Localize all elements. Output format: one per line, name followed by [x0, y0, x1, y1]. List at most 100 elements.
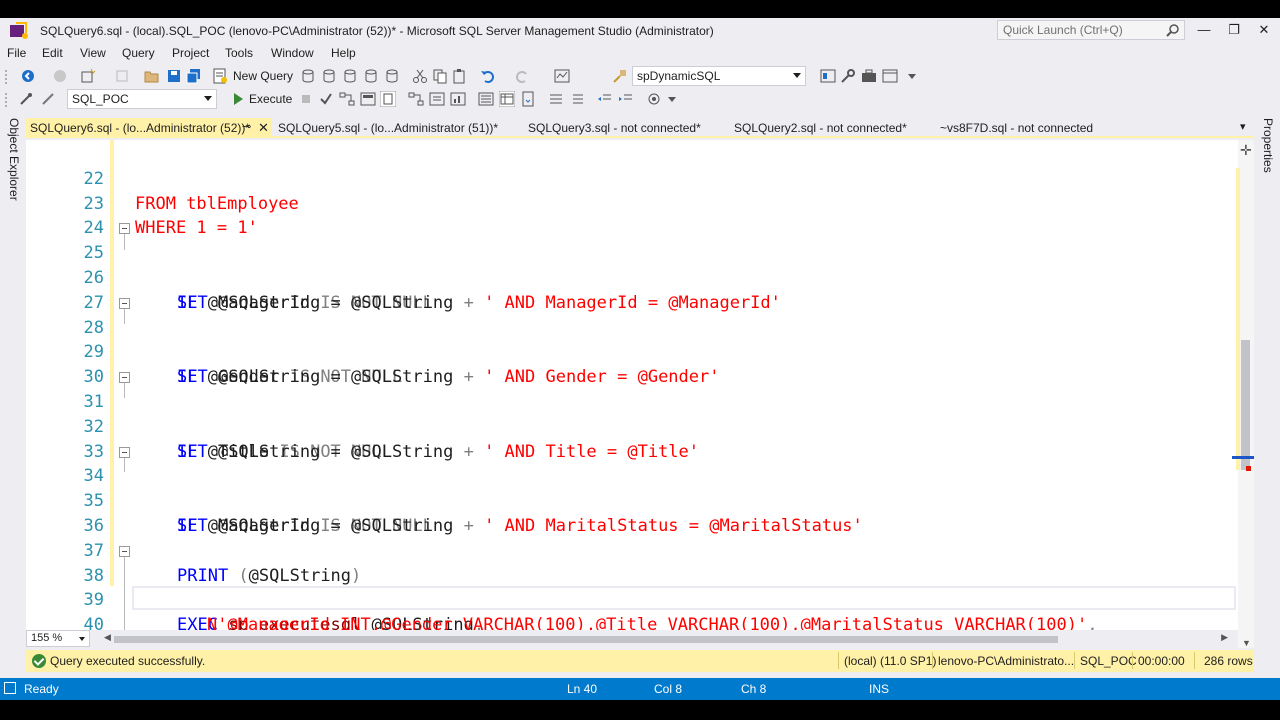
new-query-icon[interactable] [212, 68, 228, 84]
mdx-query-icon[interactable] [321, 68, 337, 84]
pin-icon[interactable]: ⊸ [242, 120, 251, 133]
scroll-down-icon[interactable]: ▼ [1242, 638, 1251, 648]
collapse-icon[interactable] [119, 297, 130, 309]
copy-icon[interactable] [432, 68, 448, 84]
save-all-icon[interactable] [186, 68, 202, 84]
open-file-icon[interactable] [144, 68, 160, 84]
toolbar-grip[interactable] [4, 92, 8, 107]
tab-sqlquery5[interactable]: SQLQuery5.sql - (lo...Administrator (51)… [274, 118, 502, 138]
undo-icon[interactable] [480, 68, 496, 84]
forward-icon[interactable] [52, 68, 68, 84]
code-line-34[interactable]: 34 IF @ManagerId IS NOT NULL [26, 440, 1238, 536]
quick-launch-input[interactable]: Quick Launch (Ctrl+Q) [997, 20, 1185, 40]
increase-indent-icon[interactable] [618, 91, 634, 107]
restore-button[interactable]: ❐ [1220, 20, 1248, 40]
toolbar-options-icon[interactable] [664, 91, 680, 107]
collapse-icon[interactable] [119, 545, 130, 557]
add-item-icon[interactable] [114, 68, 130, 84]
execute-icon[interactable] [230, 91, 246, 107]
vertical-scrollbar[interactable]: ✛ ▼ [1238, 140, 1254, 648]
toolbar-options-icon[interactable] [904, 68, 920, 84]
object-explorer-icon[interactable] [820, 68, 836, 84]
object-explorer-tab[interactable]: Object Explorer [7, 118, 21, 201]
specify-values-icon[interactable] [646, 91, 662, 107]
collapse-icon[interactable] [119, 446, 130, 458]
close-icon[interactable]: ✕ [258, 120, 269, 136]
collapse-icon[interactable] [119, 223, 130, 235]
find-icon[interactable] [612, 68, 628, 84]
menu-edit[interactable]: Edit [42, 46, 63, 60]
code-line-26[interactable]: 26 SET @SQLString = @SQLString + ' AND M… [26, 241, 1238, 313]
code-line-25[interactable]: 25 IF @ManagerId IS NOT NULL [26, 216, 1238, 313]
code-line-29[interactable]: 29 SET @SQLString = @SQLString + ' AND G… [26, 316, 1238, 387]
zoom-combo[interactable]: 155 % [26, 630, 90, 647]
code-line-39[interactable]: 39 N'@ManagerId INT,@Gender VARCHAR(100)… [26, 564, 1238, 635]
cancel-query-icon[interactable] [298, 91, 314, 107]
uncomment-icon[interactable] [569, 91, 585, 107]
menu-help[interactable]: Help [331, 46, 356, 60]
ssms-app-icon[interactable] [8, 21, 30, 41]
include-plan-icon[interactable] [408, 91, 424, 107]
query-designer-icon[interactable] [360, 91, 376, 107]
db-query-icon[interactable] [300, 68, 316, 84]
stored-procedure-combo[interactable]: spDynamicSQL [632, 66, 806, 86]
decrease-indent-icon[interactable] [597, 91, 613, 107]
database-combo[interactable]: SQL_POC [67, 89, 217, 109]
results-to-file-icon[interactable] [520, 91, 536, 107]
tab-sqlquery2[interactable]: SQLQuery2.sql - not connected* [730, 118, 911, 138]
execute-button[interactable]: Execute [249, 92, 292, 106]
code-line-27[interactable]: 27 [26, 266, 1238, 313]
code-line-33[interactable]: 33 [26, 415, 1238, 462]
toolbar-grip[interactable] [4, 69, 8, 84]
results-to-text-icon[interactable] [478, 91, 494, 107]
horizontal-scrollbar[interactable]: ◀ ▶ [104, 632, 1228, 644]
intellisense-icon[interactable] [380, 91, 396, 107]
scroll-thumb[interactable] [1241, 340, 1250, 470]
collapse-icon[interactable] [119, 372, 130, 384]
tab-sqlquery3[interactable]: SQLQuery3.sql - not connected* [524, 118, 705, 138]
parse-icon[interactable] [318, 91, 334, 107]
display-plan-icon[interactable] [339, 91, 355, 107]
scroll-left-icon[interactable]: ◀ [104, 632, 111, 643]
cut-icon[interactable] [412, 68, 428, 84]
close-window-button[interactable]: ✕ [1250, 20, 1278, 40]
xmla-query-icon[interactable] [363, 68, 379, 84]
code-line-28[interactable]: 28 IF @Gender IS NOT NULL [26, 291, 1238, 387]
client-stats-icon[interactable] [450, 91, 466, 107]
menu-window[interactable]: Window [271, 46, 314, 60]
dmx-query-icon[interactable] [342, 68, 358, 84]
save-icon[interactable] [166, 68, 182, 84]
code-line-37[interactable]: 37 PRINT (@SQLString) [26, 514, 1238, 586]
back-icon[interactable] [20, 68, 36, 84]
scroll-thumb[interactable] [114, 636, 1058, 643]
code-line-32[interactable]: 32 SET @SQLString = @SQLString + ' AND T… [26, 390, 1238, 462]
window-layout-icon[interactable] [882, 68, 898, 84]
new-project-icon[interactable] [80, 68, 96, 84]
menu-view[interactable]: View [80, 46, 106, 60]
connect-icon[interactable] [18, 91, 34, 107]
comment-icon[interactable] [548, 91, 564, 107]
tab-vs8f7d[interactable]: ~vs8F7D.sql - not connected [936, 118, 1097, 138]
code-line-35[interactable]: 35 SET @SQLString = @SQLString + ' AND M… [26, 464, 1238, 536]
properties-icon[interactable] [840, 68, 856, 84]
dax-query-icon[interactable] [384, 68, 400, 84]
menu-file[interactable]: File [7, 46, 26, 60]
code-line-36[interactable]: 36 [26, 489, 1238, 536]
code-line-23[interactable]: 23 WHERE 1 = 1' [26, 167, 1238, 239]
code-editor[interactable]: 22 FROM tblEmployee 23 WHERE 1 = 1' 24 2… [26, 140, 1238, 648]
tab-overflow-icon[interactable]: ▾ [1240, 120, 1246, 133]
code-line-30[interactable]: 30 [26, 340, 1238, 387]
menu-project[interactable]: Project [172, 46, 209, 60]
code-line-38[interactable]: 38 EXEC sp_executesql @SQLString, [26, 539, 1238, 635]
tab-sqlquery6[interactable]: SQLQuery6.sql - (lo...Administrator (52)… [26, 118, 272, 138]
scroll-right-icon[interactable]: ▶ [1221, 632, 1228, 643]
code-line-31[interactable]: 31 IF @Title IS NOT NULL [26, 365, 1238, 462]
code-line-24[interactable]: 24 [26, 192, 1238, 238]
change-connection-icon[interactable] [40, 91, 56, 107]
redo-icon[interactable] [514, 68, 530, 84]
minimize-button[interactable]: — [1190, 20, 1218, 40]
menu-tools[interactable]: Tools [225, 46, 253, 60]
toolbox-icon[interactable] [861, 68, 877, 84]
split-icon[interactable]: ✛ [1240, 142, 1252, 159]
code-line-22[interactable]: 22 FROM tblEmployee [26, 142, 1238, 214]
